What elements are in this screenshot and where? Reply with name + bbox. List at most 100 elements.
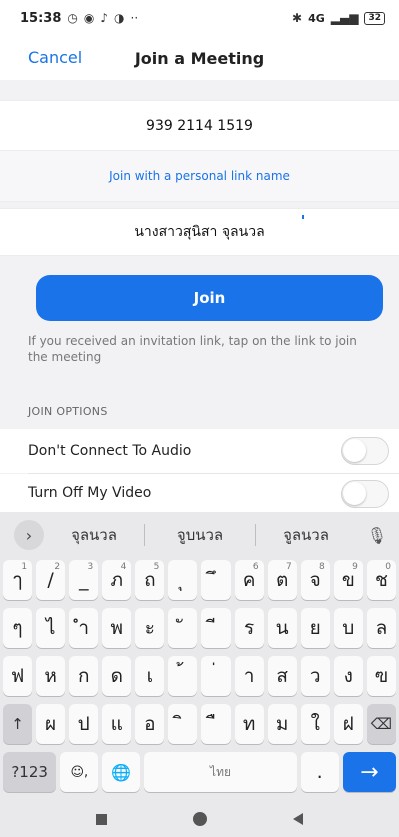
key[interactable]: ไ xyxy=(36,608,66,648)
suggestion-1[interactable]: จุลนวล xyxy=(44,523,144,547)
mode-switch-key[interactable]: ?123 xyxy=(3,752,57,792)
key[interactable]: ำ xyxy=(69,608,99,648)
meeting-id-field[interactable]: 939 2114 1519 xyxy=(0,100,399,152)
messenger-icon: ◉ xyxy=(83,11,95,25)
microphone-icon[interactable]: 🎙 xyxy=(367,526,387,545)
back-icon[interactable] xyxy=(293,813,303,825)
key[interactable]: ภ4 xyxy=(102,560,132,600)
personal-link-row[interactable]: Join with a personal link name xyxy=(0,150,399,202)
key[interactable]: เ xyxy=(135,656,165,696)
key-row-4: ↑ ผปแอิื ทมใฝ ⌫ xyxy=(3,704,396,748)
key[interactable]: ห xyxy=(36,656,66,696)
emoji-comma-key[interactable]: ☺, xyxy=(60,752,99,792)
key[interactable]: อ xyxy=(135,704,165,744)
bluetooth-icon: ✱ xyxy=(292,11,303,25)
battery-icon: 32 xyxy=(364,11,385,25)
key-char: ฝ xyxy=(342,713,354,735)
key[interactable]: ถ5 xyxy=(135,560,165,600)
key[interactable]: ท xyxy=(234,704,264,744)
suggestion-3[interactable]: จูลนวล xyxy=(256,523,356,547)
key[interactable]: ม xyxy=(267,704,297,744)
alarm-icon: ◷ xyxy=(67,11,78,25)
key-char: ไ xyxy=(45,617,56,639)
header: Cancel Join a Meeting xyxy=(0,36,399,80)
key[interactable]: ส xyxy=(267,656,297,696)
key-number-hint: 9 xyxy=(352,562,358,572)
key[interactable]: ้ xyxy=(168,656,198,696)
key[interactable]: /2 xyxy=(36,560,66,600)
key[interactable]: ก xyxy=(69,656,99,696)
key-char: ส xyxy=(276,665,288,687)
key-char: ร xyxy=(243,617,255,639)
key[interactable]: แ xyxy=(102,704,132,744)
period-key[interactable]: . xyxy=(300,752,339,792)
key-char: บ xyxy=(342,617,355,639)
cancel-button[interactable]: Cancel xyxy=(28,48,82,67)
home-icon[interactable] xyxy=(193,812,207,826)
key[interactable]: ย xyxy=(300,608,330,648)
key[interactable]: ข9 xyxy=(333,560,363,600)
key[interactable]: ะ xyxy=(135,608,165,648)
key[interactable]: _ 3 xyxy=(69,560,99,600)
audio-toggle[interactable] xyxy=(341,437,389,465)
key[interactable]: ร xyxy=(234,608,264,648)
key[interactable]: ด xyxy=(102,656,132,696)
key-number-hint: 7 xyxy=(285,562,292,572)
key[interactable]: ล xyxy=(366,608,396,648)
join-button[interactable]: Join xyxy=(36,275,383,321)
key[interactable]: ต7 xyxy=(267,560,297,600)
text-cursor xyxy=(302,215,304,219)
key[interactable]: ๅ1 xyxy=(3,560,33,600)
key-char: ก xyxy=(77,665,90,687)
key[interactable]: ฟ xyxy=(3,656,33,696)
space-key[interactable]: ไทย xyxy=(144,752,297,792)
globe-icon[interactable]: 🌐 xyxy=(102,752,141,792)
suggestion-2[interactable]: จูบนวล xyxy=(145,523,255,547)
toggle-knob xyxy=(343,439,366,462)
video-toggle[interactable] xyxy=(341,480,389,508)
key[interactable]: ป xyxy=(69,704,99,744)
key-char: ฃ xyxy=(374,665,389,687)
key-char: น xyxy=(275,617,289,639)
suggestion-bar: › จุลนวล จูบนวล จูลนวล 🎙 xyxy=(0,512,399,558)
key[interactable]: ช0 xyxy=(366,560,396,600)
key[interactable]: ฃ xyxy=(366,656,396,696)
key[interactable]: ๆ xyxy=(3,608,33,648)
key[interactable]: ใ xyxy=(300,704,330,744)
key[interactable]: พ xyxy=(102,608,132,648)
key[interactable]: ผ xyxy=(36,704,66,744)
personal-link-button[interactable]: Join with a personal link name xyxy=(109,169,290,183)
toggle-knob xyxy=(343,482,366,505)
key[interactable]: ฝ xyxy=(333,704,363,744)
key-char: _ xyxy=(78,569,89,591)
key-char: เ xyxy=(146,665,154,687)
key[interactable]: า xyxy=(234,656,264,696)
key[interactable]: ↑ xyxy=(3,704,33,744)
key[interactable]: ี xyxy=(201,608,231,648)
key[interactable]: ิ xyxy=(168,704,198,744)
enter-key[interactable]: → xyxy=(342,752,396,792)
key-char: ง xyxy=(343,665,353,687)
key[interactable]: ่ xyxy=(201,656,231,696)
recents-icon[interactable] xyxy=(96,813,107,825)
key[interactable]: ว xyxy=(300,656,330,696)
key[interactable]: น xyxy=(267,608,297,648)
key-char: ะ xyxy=(144,617,155,639)
key[interactable]: จ8 xyxy=(300,560,330,600)
display-name-field[interactable]: นางสาวสุนิสา จุลนวล xyxy=(0,208,399,256)
key-number-hint: 8 xyxy=(319,562,325,572)
key-char: ล xyxy=(375,617,388,639)
key[interactable]: ึ xyxy=(201,560,231,600)
option-dont-connect-audio: Don't Connect To Audio xyxy=(0,429,399,473)
key[interactable]: ⌫ xyxy=(366,704,396,744)
key[interactable]: ง xyxy=(333,656,363,696)
key[interactable]: ค6 xyxy=(234,560,264,600)
key[interactable]: ั xyxy=(168,608,198,648)
key-char: ↑ xyxy=(11,715,24,733)
key[interactable]: บ xyxy=(333,608,363,648)
key-char: ⌫ xyxy=(370,715,392,733)
key[interactable]: ื xyxy=(201,704,231,744)
key[interactable]: ุ xyxy=(168,560,198,600)
key-number-hint: 5 xyxy=(153,562,160,572)
chevron-right-icon[interactable]: › xyxy=(14,520,44,550)
